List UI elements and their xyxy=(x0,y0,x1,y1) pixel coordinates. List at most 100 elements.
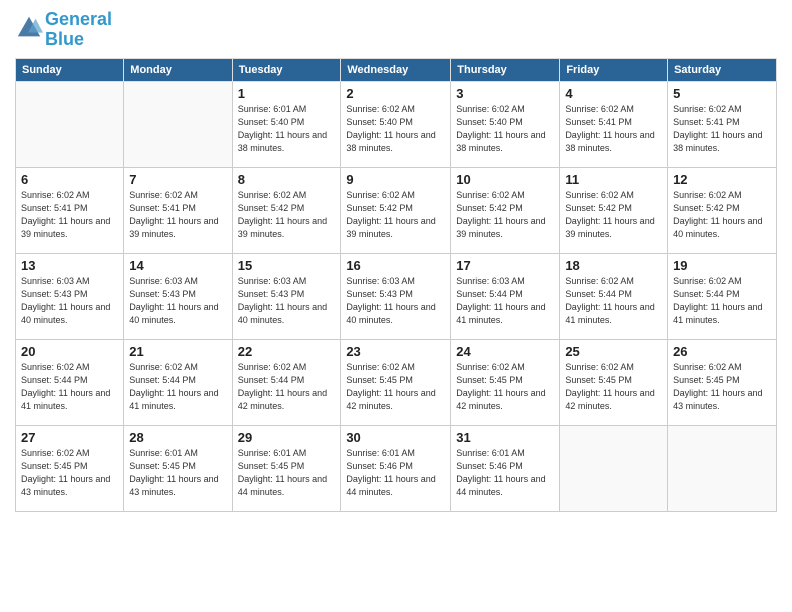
calendar-cell: 11 Sunrise: 6:02 AM Sunset: 5:42 PM Dayli… xyxy=(560,167,668,253)
calendar-cell: 14 Sunrise: 6:03 AM Sunset: 5:43 PM Dayli… xyxy=(124,253,232,339)
day-number: 25 xyxy=(565,344,662,359)
day-info: Sunrise: 6:02 AM Sunset: 5:44 PM Dayligh… xyxy=(673,275,771,327)
calendar-weekday-wednesday: Wednesday xyxy=(341,58,451,81)
calendar-cell: 26 Sunrise: 6:02 AM Sunset: 5:45 PM Dayli… xyxy=(668,339,777,425)
day-number: 8 xyxy=(238,172,336,187)
day-info: Sunrise: 6:02 AM Sunset: 5:42 PM Dayligh… xyxy=(456,189,554,241)
day-number: 5 xyxy=(673,86,771,101)
day-number: 12 xyxy=(673,172,771,187)
day-number: 3 xyxy=(456,86,554,101)
day-info: Sunrise: 6:02 AM Sunset: 5:45 PM Dayligh… xyxy=(456,361,554,413)
calendar-cell xyxy=(668,425,777,511)
day-info: Sunrise: 6:01 AM Sunset: 5:46 PM Dayligh… xyxy=(346,447,445,499)
day-info: Sunrise: 6:02 AM Sunset: 5:41 PM Dayligh… xyxy=(673,103,771,155)
calendar-cell: 30 Sunrise: 6:01 AM Sunset: 5:46 PM Dayli… xyxy=(341,425,451,511)
calendar-cell: 1Sunrise: 6:01 AM Sunset: 5:40 PM Daylig… xyxy=(232,81,341,167)
calendar-cell: 2 Sunrise: 6:02 AM Sunset: 5:40 PM Daylig… xyxy=(341,81,451,167)
logo-text: General Blue xyxy=(45,10,112,50)
day-info: Sunrise: 6:02 AM Sunset: 5:42 PM Dayligh… xyxy=(238,189,336,241)
day-info: Sunrise: 6:03 AM Sunset: 5:43 PM Dayligh… xyxy=(238,275,336,327)
day-number: 15 xyxy=(238,258,336,273)
day-info: Sunrise: 6:01 AM Sunset: 5:40 PM Dayligh… xyxy=(238,103,336,155)
day-info: Sunrise: 6:03 AM Sunset: 5:43 PM Dayligh… xyxy=(129,275,226,327)
day-info: Sunrise: 6:02 AM Sunset: 5:45 PM Dayligh… xyxy=(21,447,118,499)
day-number: 18 xyxy=(565,258,662,273)
day-number: 11 xyxy=(565,172,662,187)
calendar-cell: 27 Sunrise: 6:02 AM Sunset: 5:45 PM Dayli… xyxy=(16,425,124,511)
day-info: Sunrise: 6:02 AM Sunset: 5:44 PM Dayligh… xyxy=(129,361,226,413)
calendar-cell xyxy=(124,81,232,167)
day-number: 27 xyxy=(21,430,118,445)
calendar-cell: 3 Sunrise: 6:02 AM Sunset: 5:40 PM Daylig… xyxy=(451,81,560,167)
calendar-table: SundayMondayTuesdayWednesdayThursdayFrid… xyxy=(15,58,777,512)
day-info: Sunrise: 6:02 AM Sunset: 5:44 PM Dayligh… xyxy=(565,275,662,327)
day-info: Sunrise: 6:03 AM Sunset: 5:43 PM Dayligh… xyxy=(346,275,445,327)
day-number: 23 xyxy=(346,344,445,359)
day-number: 19 xyxy=(673,258,771,273)
day-info: Sunrise: 6:02 AM Sunset: 5:45 PM Dayligh… xyxy=(565,361,662,413)
calendar-cell: 19 Sunrise: 6:02 AM Sunset: 5:44 PM Dayli… xyxy=(668,253,777,339)
day-number: 4 xyxy=(565,86,662,101)
day-number: 30 xyxy=(346,430,445,445)
day-info: Sunrise: 6:02 AM Sunset: 5:40 PM Dayligh… xyxy=(346,103,445,155)
day-number: 10 xyxy=(456,172,554,187)
day-number: 9 xyxy=(346,172,445,187)
calendar-cell: 24 Sunrise: 6:02 AM Sunset: 5:45 PM Dayli… xyxy=(451,339,560,425)
day-number: 14 xyxy=(129,258,226,273)
day-info: Sunrise: 6:03 AM Sunset: 5:43 PM Dayligh… xyxy=(21,275,118,327)
day-info: Sunrise: 6:02 AM Sunset: 5:44 PM Dayligh… xyxy=(238,361,336,413)
calendar-week-row: 27 Sunrise: 6:02 AM Sunset: 5:45 PM Dayli… xyxy=(16,425,777,511)
calendar-cell: 13 Sunrise: 6:03 AM Sunset: 5:43 PM Dayli… xyxy=(16,253,124,339)
day-number: 24 xyxy=(456,344,554,359)
calendar-header-row: SundayMondayTuesdayWednesdayThursdayFrid… xyxy=(16,58,777,81)
day-number: 20 xyxy=(21,344,118,359)
day-info: Sunrise: 6:02 AM Sunset: 5:42 PM Dayligh… xyxy=(346,189,445,241)
calendar-cell: 20Sunrise: 6:02 AM Sunset: 5:44 PM Dayli… xyxy=(16,339,124,425)
day-number: 22 xyxy=(238,344,336,359)
day-info: Sunrise: 6:03 AM Sunset: 5:44 PM Dayligh… xyxy=(456,275,554,327)
calendar-cell: 15 Sunrise: 6:03 AM Sunset: 5:43 PM Dayli… xyxy=(232,253,341,339)
calendar-weekday-friday: Friday xyxy=(560,58,668,81)
header: General Blue xyxy=(15,10,777,50)
day-number: 6 xyxy=(21,172,118,187)
calendar-cell: 10 Sunrise: 6:02 AM Sunset: 5:42 PM Dayli… xyxy=(451,167,560,253)
calendar-cell: 7Sunrise: 6:02 AM Sunset: 5:41 PM Daylig… xyxy=(124,167,232,253)
day-number: 29 xyxy=(238,430,336,445)
day-number: 26 xyxy=(673,344,771,359)
day-info: Sunrise: 6:02 AM Sunset: 5:41 PM Dayligh… xyxy=(565,103,662,155)
day-info: Sunrise: 6:02 AM Sunset: 5:42 PM Dayligh… xyxy=(565,189,662,241)
day-info: Sunrise: 6:01 AM Sunset: 5:46 PM Dayligh… xyxy=(456,447,554,499)
calendar-cell: 9 Sunrise: 6:02 AM Sunset: 5:42 PM Daylig… xyxy=(341,167,451,253)
calendar-cell: 12 Sunrise: 6:02 AM Sunset: 5:42 PM Dayli… xyxy=(668,167,777,253)
calendar-weekday-tuesday: Tuesday xyxy=(232,58,341,81)
calendar-cell: 22 Sunrise: 6:02 AM Sunset: 5:44 PM Dayli… xyxy=(232,339,341,425)
calendar-cell: 25 Sunrise: 6:02 AM Sunset: 5:45 PM Dayli… xyxy=(560,339,668,425)
day-info: Sunrise: 6:02 AM Sunset: 5:45 PM Dayligh… xyxy=(346,361,445,413)
calendar-weekday-monday: Monday xyxy=(124,58,232,81)
day-info: Sunrise: 6:01 AM Sunset: 5:45 PM Dayligh… xyxy=(238,447,336,499)
day-number: 28 xyxy=(129,430,226,445)
day-number: 16 xyxy=(346,258,445,273)
logo: General Blue xyxy=(15,10,112,50)
day-info: Sunrise: 6:01 AM Sunset: 5:45 PM Dayligh… xyxy=(129,447,226,499)
day-info: Sunrise: 6:02 AM Sunset: 5:41 PM Dayligh… xyxy=(21,189,118,241)
calendar-week-row: 13 Sunrise: 6:03 AM Sunset: 5:43 PM Dayli… xyxy=(16,253,777,339)
logo-icon xyxy=(15,14,43,42)
calendar-cell: 21 Sunrise: 6:02 AM Sunset: 5:44 PM Dayli… xyxy=(124,339,232,425)
day-number: 2 xyxy=(346,86,445,101)
calendar-week-row: 20 Sunrise: 6:02 AM Sunset: 5:44 PM Dayli… xyxy=(16,339,777,425)
day-info: Sunrise: 6:02 AM Sunset: 5:42 PM Dayligh… xyxy=(673,189,771,241)
calendar-cell: 16 Sunrise: 6:03 AM Sunset: 5:43 PM Dayli… xyxy=(341,253,451,339)
calendar-weekday-sunday: Sunday xyxy=(16,58,124,81)
day-info: Sunrise: 6:02 AM Sunset: 5:41 PM Dayligh… xyxy=(129,189,226,241)
calendar-cell: 17Sunrise: 6:03 AM Sunset: 5:44 PM Dayli… xyxy=(451,253,560,339)
calendar-cell: 18 Sunrise: 6:02 AM Sunset: 5:44 PM Dayli… xyxy=(560,253,668,339)
day-info: Sunrise: 6:02 AM Sunset: 5:40 PM Dayligh… xyxy=(456,103,554,155)
calendar-cell: 28 Sunrise: 6:01 AM Sunset: 5:45 PM Dayli… xyxy=(124,425,232,511)
calendar-cell: 29 Sunrise: 6:01 AM Sunset: 5:45 PM Dayli… xyxy=(232,425,341,511)
day-number: 13 xyxy=(21,258,118,273)
day-number: 21 xyxy=(129,344,226,359)
calendar-cell: 6 Sunrise: 6:02 AM Sunset: 5:41 PM Daylig… xyxy=(16,167,124,253)
day-info: Sunrise: 6:02 AM Sunset: 5:45 PM Dayligh… xyxy=(673,361,771,413)
calendar-cell: 31Sunrise: 6:01 AM Sunset: 5:46 PM Dayli… xyxy=(451,425,560,511)
